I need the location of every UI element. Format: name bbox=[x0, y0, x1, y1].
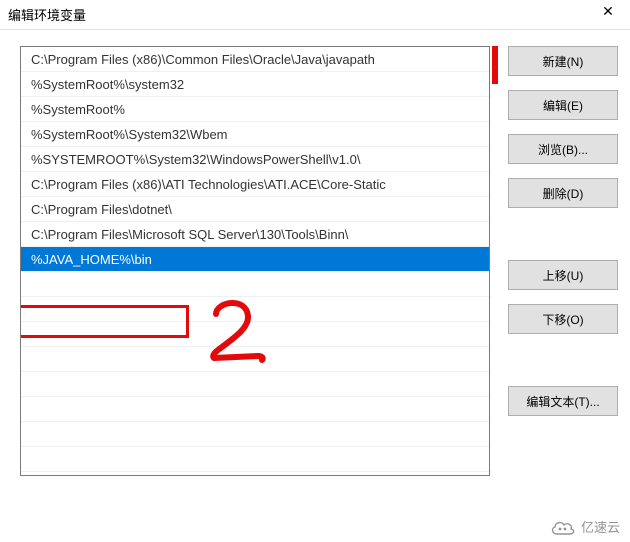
list-item[interactable]: C:\Program Files (x86)\Common Files\Orac… bbox=[21, 47, 489, 72]
close-icon[interactable]: ✕ bbox=[594, 4, 622, 26]
delete-button[interactable]: 删除(D) bbox=[508, 178, 618, 208]
moveup-button[interactable]: 上移(U) bbox=[508, 260, 618, 290]
watermark-text: 亿速云 bbox=[581, 517, 620, 536]
empty-row bbox=[21, 347, 489, 372]
browse-button[interactable]: 浏览(B)... bbox=[508, 134, 618, 164]
list-item[interactable]: C:\Program Files\dotnet\ bbox=[21, 197, 489, 222]
dialog-content: C:\Program Files (x86)\Common Files\Orac… bbox=[0, 30, 630, 542]
list-item[interactable]: %SystemRoot% bbox=[21, 97, 489, 122]
list-item[interactable]: %SystemRoot%\system32 bbox=[21, 72, 489, 97]
cloud-icon bbox=[550, 518, 576, 536]
empty-row bbox=[21, 447, 489, 472]
list-item[interactable]: %SYSTEMROOT%\System32\WindowsPowerShell\… bbox=[21, 147, 489, 172]
movedown-button[interactable]: 下移(O) bbox=[508, 304, 618, 334]
spacer bbox=[508, 222, 618, 246]
empty-row bbox=[21, 422, 489, 447]
path-listbox[interactable]: C:\Program Files (x86)\Common Files\Orac… bbox=[20, 46, 490, 476]
empty-row bbox=[21, 397, 489, 422]
highlight-newbtn-annot bbox=[492, 46, 498, 84]
empty-row bbox=[21, 322, 489, 347]
side-buttons: 新建(N) 编辑(E) 浏览(B)... 删除(D) 上移(U) 下移(O) 编… bbox=[508, 46, 618, 530]
window-title: 编辑环境变量 bbox=[8, 5, 86, 24]
empty-rows bbox=[21, 272, 489, 475]
edit-button[interactable]: 编辑(E) bbox=[508, 90, 618, 120]
list-item[interactable]: %SystemRoot%\System32\Wbem bbox=[21, 122, 489, 147]
new-button[interactable]: 新建(N) bbox=[508, 46, 618, 76]
title-bar: 编辑环境变量 ✕ bbox=[0, 0, 630, 30]
edittext-button[interactable]: 编辑文本(T)... bbox=[508, 386, 618, 416]
empty-row bbox=[21, 272, 489, 297]
empty-row bbox=[21, 297, 489, 322]
spacer bbox=[508, 348, 618, 372]
list-item-selected[interactable]: %JAVA_HOME%\bin bbox=[21, 247, 489, 272]
list-item[interactable]: C:\Program Files (x86)\ATI Technologies\… bbox=[21, 172, 489, 197]
list-item[interactable]: C:\Program Files\Microsoft SQL Server\13… bbox=[21, 222, 489, 247]
watermark: 亿速云 bbox=[550, 517, 620, 536]
empty-row bbox=[21, 372, 489, 397]
